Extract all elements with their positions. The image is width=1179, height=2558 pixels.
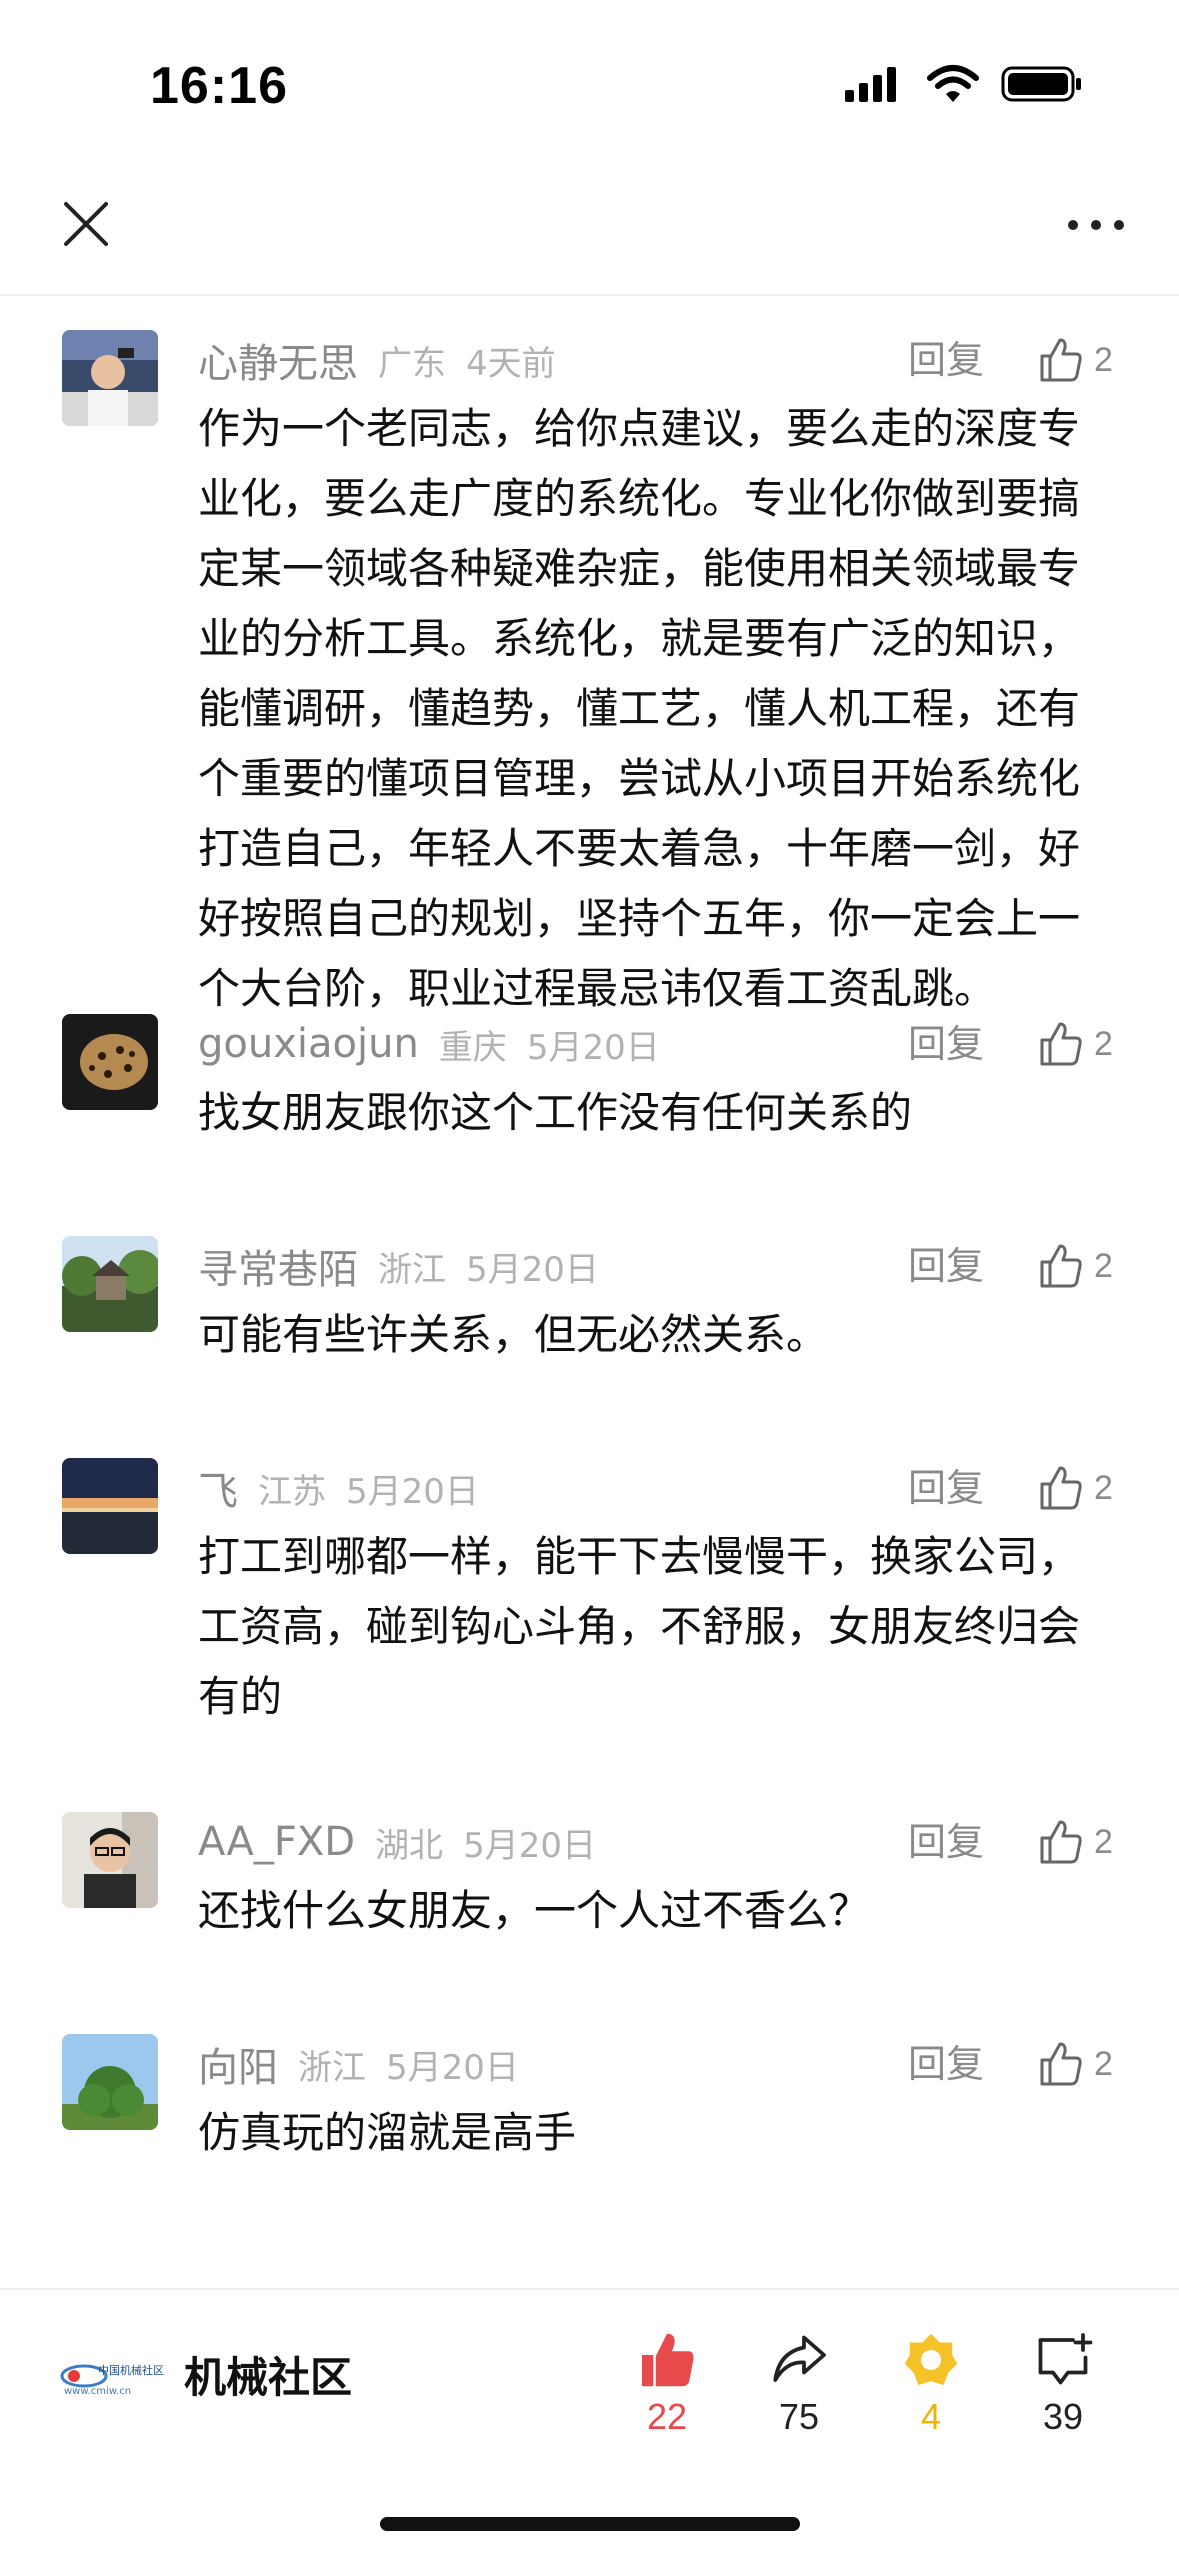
like-count: 2 [1094,1024,1113,1063]
thumbs-up-icon [1040,1466,1082,1510]
comment-header: 心静无思 广东 4天前 [198,330,556,390]
comment-like-button[interactable]: 2 [1036,1014,1113,1074]
username[interactable]: 心静无思 [198,331,358,389]
battery-icon [1001,64,1083,108]
add-comment-icon [1038,2333,1093,2385]
thumbs-up-icon [1040,1022,1082,1066]
community-link[interactable]: 中国机械社区 www.cmiw.cn 机械社区 [56,2344,352,2405]
reply-button[interactable]: 回复 [908,330,984,390]
reply-button[interactable]: 回复 [908,2034,984,2094]
timestamp: 5月20日 [346,1471,479,1512]
reply-button[interactable]: 回复 [908,1236,984,1296]
location: 广东 [378,343,446,384]
status-icons [845,64,1083,108]
location: 浙江 [298,2047,366,2088]
avatar[interactable] [62,1236,158,1332]
status-bar: 16:16 [0,0,1179,170]
comment-header: 向阳 浙江 5月20日 [198,2034,519,2094]
bottom-toolbar: 中国机械社区 www.cmiw.cn 机械社区 22 75 4 39 [0,2288,1179,2558]
home-indicator[interactable] [380,2517,800,2531]
avatar[interactable] [62,1014,158,1110]
close-button[interactable] [56,194,116,254]
comment-header: 寻常巷陌 浙江 5月20日 [198,1236,599,1296]
logo-url-text: www.cmiw.cn [64,2386,131,2397]
comment-like-button[interactable]: 2 [1036,1236,1113,1296]
comment-button[interactable]: 39 [1008,2330,1118,2438]
location: 江苏 [258,1471,326,1512]
reply-button[interactable]: 回复 [908,1458,984,1518]
like-count: 2 [1094,1822,1113,1861]
avatar[interactable] [62,1458,158,1554]
username[interactable]: 飞 [198,1459,238,1517]
thumbs-up-icon [1040,2042,1082,2086]
thumbs-up-filled-icon [642,2333,694,2387]
comment-like-button[interactable]: 2 [1036,2034,1113,2094]
thumbs-up-icon [1040,1244,1082,1288]
community-name: 机械社区 [184,2353,353,2402]
close-icon [64,202,108,246]
reply-button[interactable]: 回复 [908,1014,984,1074]
comment-header: AA_FXD 湖北 5月20日 [198,1812,596,1872]
comment-text: 还找什么女朋友，一个人过不香么？ [198,1886,871,1935]
comment-like-button[interactable]: 2 [1036,330,1113,390]
share-arrow-icon [773,2335,826,2382]
like-count: 2 [1094,340,1113,379]
location: 湖北 [375,1825,444,1866]
thumbs-up-icon [1040,338,1082,382]
timestamp: 5月20日 [526,1027,660,1068]
logo-text: 中国机械社区 [98,2363,164,2377]
comment-text: 作为一个老同志，给你点建议，要么走的深度专业化，要么走广度的系统化。专业化你做到… [198,404,1081,1013]
username[interactable]: 向阳 [198,2035,278,2093]
timestamp: 5月20日 [466,1249,599,1290]
more-options-button[interactable] [1061,200,1131,250]
username[interactable]: gouxiaojun [198,1021,419,1067]
like-count: 2 [1094,1246,1113,1285]
timestamp: 5月20日 [386,2047,519,2088]
coin-button[interactable]: 4 [876,2330,986,2438]
comment-header: gouxiaojun 重庆 5月20日 [198,1014,660,1074]
location: 重庆 [438,1027,507,1068]
username[interactable]: AA_FXD [198,1819,355,1865]
status-time: 16:16 [150,57,288,115]
share-button[interactable]: 75 [744,2330,854,2438]
timestamp: 4天前 [466,343,556,384]
like-count: 2 [1094,1468,1113,1507]
article-like-button[interactable]: 22 [612,2330,722,2438]
comment-text: 打工到哪都一样，能干下去慢慢干，换家公司，工资高，碰到钩心斗角，不舒服，女朋友终… [198,1532,1081,1721]
comment-like-button[interactable]: 2 [1036,1812,1113,1872]
reply-button[interactable]: 回复 [908,1812,984,1872]
article-like-count: 22 [646,2396,688,2437]
nav-bar [0,170,1179,296]
avatar[interactable] [62,330,158,426]
avatar[interactable] [62,1812,158,1908]
comment-like-button[interactable]: 2 [1036,1458,1113,1518]
wifi-icon [927,64,979,108]
location: 浙江 [378,1249,446,1290]
comment-text: 找女朋友跟你这个工作没有任何关系的 [198,1088,913,1137]
comment-count: 39 [1042,2396,1084,2437]
avatar[interactable] [62,2034,158,2130]
share-count: 75 [778,2396,820,2437]
timestamp: 5月20日 [463,1825,596,1866]
comment-text: 仿真玩的溜就是高手 [198,2108,577,2157]
community-logo: 中国机械社区 www.cmiw.cn [60,2363,164,2397]
coin-count: 4 [920,2396,942,2437]
thumbs-up-icon [1040,1820,1082,1864]
comment-header: 飞 江苏 5月20日 [198,1458,479,1518]
coin-icon [904,2333,958,2385]
comment-list: 心静无思 广东 4天前 回复 2 作为一个老同志，给你点建议，要么走的深度专业化… [0,296,1179,2286]
username[interactable]: 寻常巷陌 [198,1237,358,1295]
like-count: 2 [1094,2044,1113,2083]
more-dots-icon [1068,220,1124,230]
cellular-signal-icon [845,64,905,108]
comment-text: 可能有些许关系，但无必然关系。 [198,1310,829,1359]
